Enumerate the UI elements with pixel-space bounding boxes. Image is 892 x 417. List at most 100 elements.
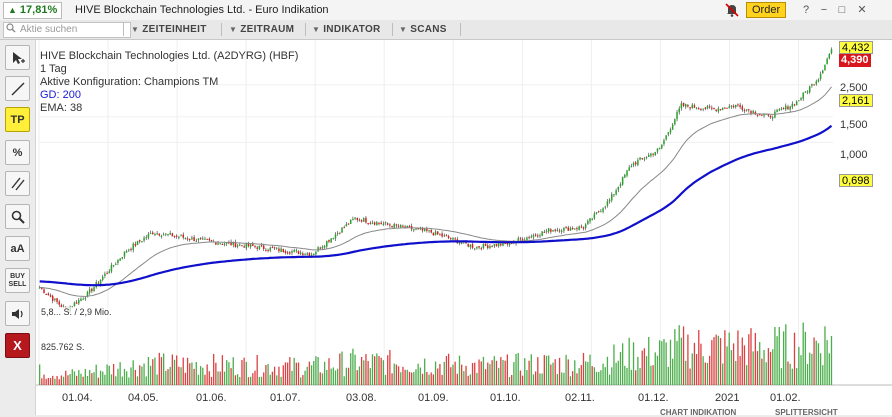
candle-body: [545, 230, 548, 232]
candle-body: [299, 252, 302, 254]
candle-body: [345, 224, 348, 227]
volume-bar: [91, 373, 93, 385]
volume-bar: [334, 370, 337, 385]
candle-body: [47, 293, 50, 296]
volume-bar: [539, 373, 541, 385]
volume-bar: [743, 345, 746, 385]
order-button[interactable]: Order: [746, 2, 787, 18]
volume-bar: [495, 360, 498, 385]
volume-bar: [136, 376, 139, 385]
candle-body: [641, 158, 643, 160]
candle-body: [117, 259, 119, 263]
volume-bar: [384, 374, 387, 385]
menu-scans[interactable]: ▼ SCANS: [399, 22, 447, 37]
sound-tool-button[interactable]: [5, 301, 30, 326]
candle-body: [691, 104, 694, 109]
ytick-1000: 1,000: [840, 149, 868, 161]
candle-body: [676, 112, 678, 120]
candle-body: [167, 234, 169, 236]
maximize-button[interactable]: □: [835, 3, 849, 17]
volume-bar: [678, 325, 680, 385]
volume-bar: [62, 376, 65, 385]
candle-body: [819, 73, 822, 79]
volume-bar: [741, 337, 743, 385]
volume-bar: [250, 376, 252, 385]
minimize-button[interactable]: −: [817, 3, 831, 17]
candle-body: [624, 174, 626, 178]
xlabel-7: 02.11.: [565, 392, 595, 404]
candle-body: [280, 248, 282, 253]
buy-sell-button[interactable]: BUY SELL: [5, 268, 30, 293]
volume-bar: [367, 360, 369, 385]
candle-body: [702, 108, 704, 110]
candle-body: [728, 106, 730, 109]
volume-bar: [182, 357, 184, 385]
candle-body: [665, 135, 667, 140]
volume-bar: [785, 324, 787, 385]
candle-body: [84, 297, 87, 299]
volume-bar: [126, 371, 128, 385]
stock-search-input[interactable]: Aktie suchen: [3, 22, 131, 38]
volume-bar: [778, 327, 780, 385]
tp-tool-button[interactable]: TP: [5, 107, 30, 132]
percent-tool-button[interactable]: %: [5, 140, 30, 165]
candle-body: [426, 228, 428, 231]
candle-body: [239, 244, 241, 246]
candle-body: [258, 245, 261, 249]
volume-bar: [195, 361, 197, 385]
volume-bar: [302, 375, 304, 385]
chart-toolbar: Aktie suchen ▼ ZEITEINHEIT ▼ ZEITRAUM ▼ IND…: [0, 20, 892, 40]
alarm-bell-icon[interactable]: [724, 2, 740, 18]
volume-bar: [454, 361, 456, 385]
menu-zeiteinheit[interactable]: ▼ ZEITEINHEIT: [131, 22, 207, 37]
candle-body: [434, 231, 437, 236]
volume-bar: [69, 374, 71, 385]
volume-bar: [189, 363, 191, 385]
zoom-tool-button[interactable]: [5, 204, 30, 229]
volume-bar: [184, 372, 187, 385]
candle-body: [693, 105, 696, 108]
candle-body: [430, 229, 432, 233]
candle-body: [582, 227, 585, 229]
close-window-button[interactable]: ✕: [855, 3, 869, 17]
candle-body: [186, 238, 189, 240]
volume-bar: [404, 369, 406, 385]
volume-bar: [530, 354, 532, 385]
volume-bar: [84, 369, 86, 385]
volume-bar: [395, 364, 398, 385]
volume-bar: [637, 356, 639, 385]
menu-zeiteinheit-label: ZEITEINHEIT: [142, 24, 207, 35]
dropdown-arrow-icon: ▼: [312, 25, 321, 34]
xlabel-8: 01.12.: [638, 392, 669, 404]
candle-body: [45, 293, 47, 295]
candle-body: [136, 240, 139, 246]
trendline-tool-button[interactable]: [5, 76, 30, 101]
menu-zeitraum[interactable]: ▼ ZEITRAUM: [229, 22, 294, 37]
candle-body: [493, 244, 496, 246]
volume-bar: [715, 334, 717, 385]
channel-tool-button[interactable]: [5, 171, 30, 196]
cursor-tool-button[interactable]: [5, 45, 30, 70]
candle-body: [162, 234, 165, 236]
volume-bar: [824, 326, 826, 385]
candle-body: [447, 236, 450, 239]
volume-bar: [347, 367, 350, 385]
volume-bar: [258, 376, 261, 385]
candle-body: [132, 243, 134, 250]
candle-body: [822, 70, 824, 74]
delete-tool-button[interactable]: X: [5, 333, 30, 358]
candle-body: [654, 152, 657, 156]
candle-body: [578, 226, 580, 230]
toolbar-separator: [123, 23, 124, 36]
volume-bar: [698, 330, 700, 385]
candle-body: [713, 108, 715, 110]
menu-indikator[interactable]: ▼ INDIKATOR: [312, 22, 381, 37]
text-tool-button[interactable]: aA: [5, 236, 30, 261]
candle-body: [241, 245, 243, 247]
volume-bar: [65, 370, 67, 385]
volume-bar: [582, 353, 585, 385]
volume-bar: [221, 355, 224, 385]
volume-bar: [554, 359, 556, 385]
help-button[interactable]: ?: [799, 3, 813, 17]
daily-change-value: 17,81%: [19, 4, 58, 16]
